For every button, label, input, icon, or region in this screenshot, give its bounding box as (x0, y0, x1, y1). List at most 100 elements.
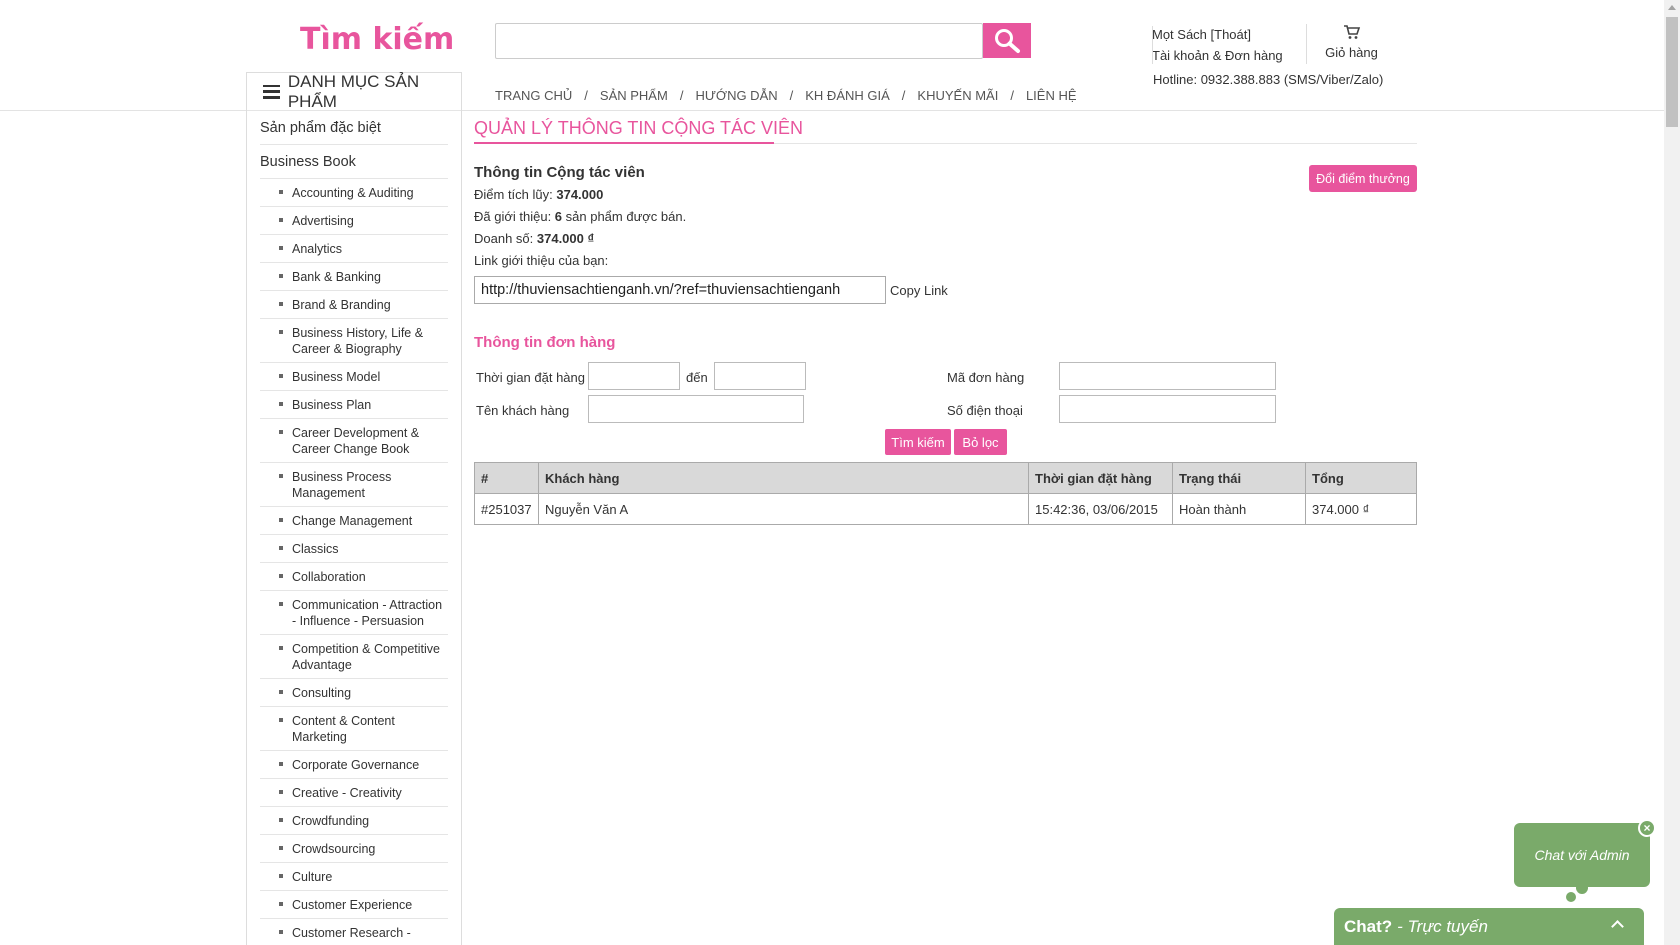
col-order-time[interactable]: Thời gian đặt hàng (1028, 462, 1173, 494)
chat-admin-bubble[interactable]: Chat với Admin (1514, 823, 1650, 887)
chevron-up-icon[interactable] (1611, 920, 1624, 933)
order-status: Hoàn thành (1172, 493, 1306, 525)
divider (1152, 26, 1153, 64)
page-scrollbar[interactable] (1664, 0, 1680, 945)
sidebar-header[interactable]: DANH MỤC SẢN PHẨM (247, 71, 461, 111)
sidebar-sub-item[interactable]: Crowdfunding (260, 807, 448, 835)
nav-separator: / (1010, 88, 1014, 103)
order-id[interactable]: #251037 (474, 493, 539, 525)
scroll-thumb[interactable] (1666, 17, 1678, 127)
search-input[interactable] (495, 23, 983, 59)
user-logout-link[interactable]: Mọt Sách [Thoát] (1152, 24, 1307, 45)
phone-input[interactable] (1059, 395, 1276, 423)
sidebar-sub-item[interactable]: Business Model (260, 363, 448, 391)
sidebar-sub-item[interactable]: Business Plan (260, 391, 448, 419)
chat-bar[interactable]: Chat? - Trực tuyến (1334, 908, 1644, 945)
sidebar-sub-item[interactable]: Career Development & Career Change Book (260, 419, 448, 463)
sidebar-sub-item[interactable]: Collaboration (260, 563, 448, 591)
sales-line: Doanh số: 374.000 ₫ (474, 230, 1417, 247)
nav-promotions[interactable]: KHUYẾN MÃI (917, 88, 998, 103)
sidebar-sub-item[interactable]: Brand & Branding (260, 291, 448, 319)
sidebar-sub-item[interactable]: Communication - Attraction - Influence -… (260, 591, 448, 635)
chat-bar-status: - Trực tuyến (1397, 916, 1488, 936)
table-row[interactable]: #251037 Nguyễn Văn A 15:42:36, 03/06/201… (474, 493, 1417, 525)
referred-label: Đã giới thiệu: (474, 209, 555, 224)
phone-label: Số điện thoại (947, 403, 1023, 418)
main-nav: TRANG CHỦ / SẢN PHẨM / HƯỚNG DẪN / KH ĐÁ… (495, 88, 1077, 103)
nav-guide[interactable]: HƯỚNG DẪN (695, 88, 777, 103)
order-customer: Nguyễn Văn A (538, 493, 1029, 525)
nav-home[interactable]: TRANG CHỦ (495, 88, 572, 103)
sidebar-sub-item[interactable]: Corporate Governance (260, 751, 448, 779)
redeem-points-button[interactable]: Đổi điểm thưởng (1309, 165, 1417, 192)
sidebar-sub-item[interactable]: Change Management (260, 507, 448, 535)
sidebar-sub-item[interactable]: Classics (260, 535, 448, 563)
sidebar-sub-item[interactable]: Crowdsourcing (260, 835, 448, 863)
ref-link-label: Link giới thiệu của bạn: (474, 253, 609, 268)
order-date-to-input[interactable] (714, 362, 806, 390)
referred-suffix: sản phẩm được bán. (562, 209, 687, 224)
order-code-input[interactable] (1059, 362, 1276, 390)
sales-label: Doanh số: (474, 231, 537, 246)
order-code-label: Mã đơn hàng (947, 370, 1025, 385)
sidebar-sub-item[interactable]: Accounting & Auditing (260, 179, 448, 207)
sidebar-title: DANH MỤC SẢN PHẨM (287, 71, 420, 111)
order-total: 374.000 ₫ (1305, 493, 1417, 525)
sidebar-sub-item[interactable]: Competition & Competitive Advantage (260, 635, 448, 679)
sidebar-sub-item[interactable]: Analytics (260, 235, 448, 263)
order-filter-form: Thời gian đặt hàng đến Mã đơn hàng Tên k… (474, 362, 1417, 462)
cart-icon (1343, 25, 1360, 39)
sidebar-item-business-book[interactable]: Business Book (260, 145, 448, 179)
nav-reviews[interactable]: KH ĐÁNH GIÁ (805, 88, 890, 103)
cart-button[interactable]: Giỏ hàng (1306, 24, 1396, 60)
nav-products[interactable]: SẢN PHẨM (600, 88, 668, 103)
category-sidebar: DANH MỤC SẢN PHẨM Sản phẩm đặc biệt Busi… (246, 72, 462, 945)
sidebar-sub-item[interactable]: Creative - Creativity (260, 779, 448, 807)
sidebar-sub-item[interactable]: Customer Experience (260, 891, 448, 919)
menu-icon (263, 84, 280, 99)
main-content: QUẢN LÝ THÔNG TIN CỘNG TÁC VIÊN Thông ti… (474, 118, 1417, 525)
nav-separator: / (789, 88, 794, 103)
col-customer[interactable]: Khách hàng (538, 462, 1029, 494)
site-logo[interactable]: Tìm kiếm (300, 22, 454, 57)
customer-name-input[interactable] (588, 395, 804, 423)
sidebar-sub-item[interactable]: Culture (260, 863, 448, 891)
col-status[interactable]: Trạng thái (1172, 462, 1306, 494)
nav-contact[interactable]: LIÊN HỆ (1026, 88, 1077, 103)
sidebar-sub-item[interactable]: Customer Research - (260, 919, 448, 945)
divider (1306, 26, 1307, 64)
order-time: 15:42:36, 03/06/2015 (1028, 493, 1173, 525)
filter-search-button[interactable]: Tìm kiếm (885, 429, 951, 455)
referred-count: 6 (554, 209, 563, 224)
col-id[interactable]: # (474, 462, 539, 494)
sidebar-sub-item[interactable]: Business History, Life & Career & Biogra… (260, 319, 448, 363)
scroll-up-icon[interactable] (1668, 5, 1676, 10)
page-title: QUẢN LÝ THÔNG TIN CỘNG TÁC VIÊN (474, 118, 1417, 144)
sidebar-sub-item[interactable]: Content & Content Marketing (260, 707, 448, 751)
copy-link-button[interactable]: Copy Link (890, 283, 948, 298)
order-time-label: Thời gian đặt hàng (476, 370, 585, 385)
nav-separator: / (901, 88, 906, 103)
points-value: 374.000 (556, 187, 604, 202)
sidebar-sub-item[interactable]: Advertising (260, 207, 448, 235)
sidebar-item-special[interactable]: Sản phẩm đặc biệt (260, 111, 448, 145)
order-date-from-input[interactable] (588, 362, 680, 390)
chat-bubble-tail (1576, 882, 1588, 894)
sidebar-sub-item[interactable]: Consulting (260, 679, 448, 707)
ref-link-field[interactable]: http://thuviensachtienganh.vn/?ref=thuvi… (474, 276, 886, 304)
search-button[interactable] (983, 23, 1031, 58)
table-header-row: # Khách hàng Thời gian đặt hàng Trạng th… (474, 462, 1417, 494)
chat-bubble-tail (1566, 892, 1576, 902)
chat-bar-title: Chat? (1344, 916, 1393, 936)
affiliate-info-heading: Thông tin Cộng tác viên (474, 164, 645, 181)
clear-filter-button[interactable]: Bỏ lọc (954, 429, 1007, 455)
points-line: Điểm tích lũy: 374.000 (474, 186, 1417, 203)
sidebar-sub-item[interactable]: Bank & Banking (260, 263, 448, 291)
col-total[interactable]: Tổng (1305, 462, 1417, 494)
ref-link-row: http://thuviensachtienganh.vn/?ref=thuvi… (474, 276, 1417, 304)
close-icon[interactable]: × (1638, 819, 1656, 837)
sidebar-sub-list: Accounting & Auditing Advertising Analytic… (260, 179, 448, 945)
orders-heading: Thông tin đơn hàng (474, 334, 616, 351)
account-orders-link[interactable]: Tài khoản & Đơn hàng (1152, 45, 1307, 66)
sidebar-sub-item[interactable]: Business Process Management (260, 463, 448, 507)
